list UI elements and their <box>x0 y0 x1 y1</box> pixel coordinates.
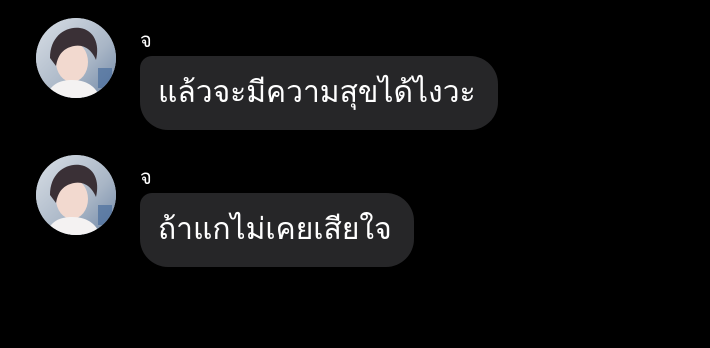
message-text: ถ้าแกไม่เคยเสียใจ <box>158 212 392 247</box>
profile-photo-icon <box>36 18 116 98</box>
message-bubble[interactable]: ถ้าแกไม่เคยเสียใจ <box>140 193 414 267</box>
avatar[interactable] <box>36 155 116 235</box>
sender-name: จ <box>140 165 152 189</box>
message-text: แล้วจะมีความสุขได้ไงวะ <box>158 75 476 110</box>
avatar[interactable] <box>36 18 116 98</box>
sender-name: จ <box>140 28 152 52</box>
message-bubble[interactable]: แล้วจะมีความสุขได้ไงวะ <box>140 56 498 130</box>
profile-photo-icon <box>36 155 116 235</box>
